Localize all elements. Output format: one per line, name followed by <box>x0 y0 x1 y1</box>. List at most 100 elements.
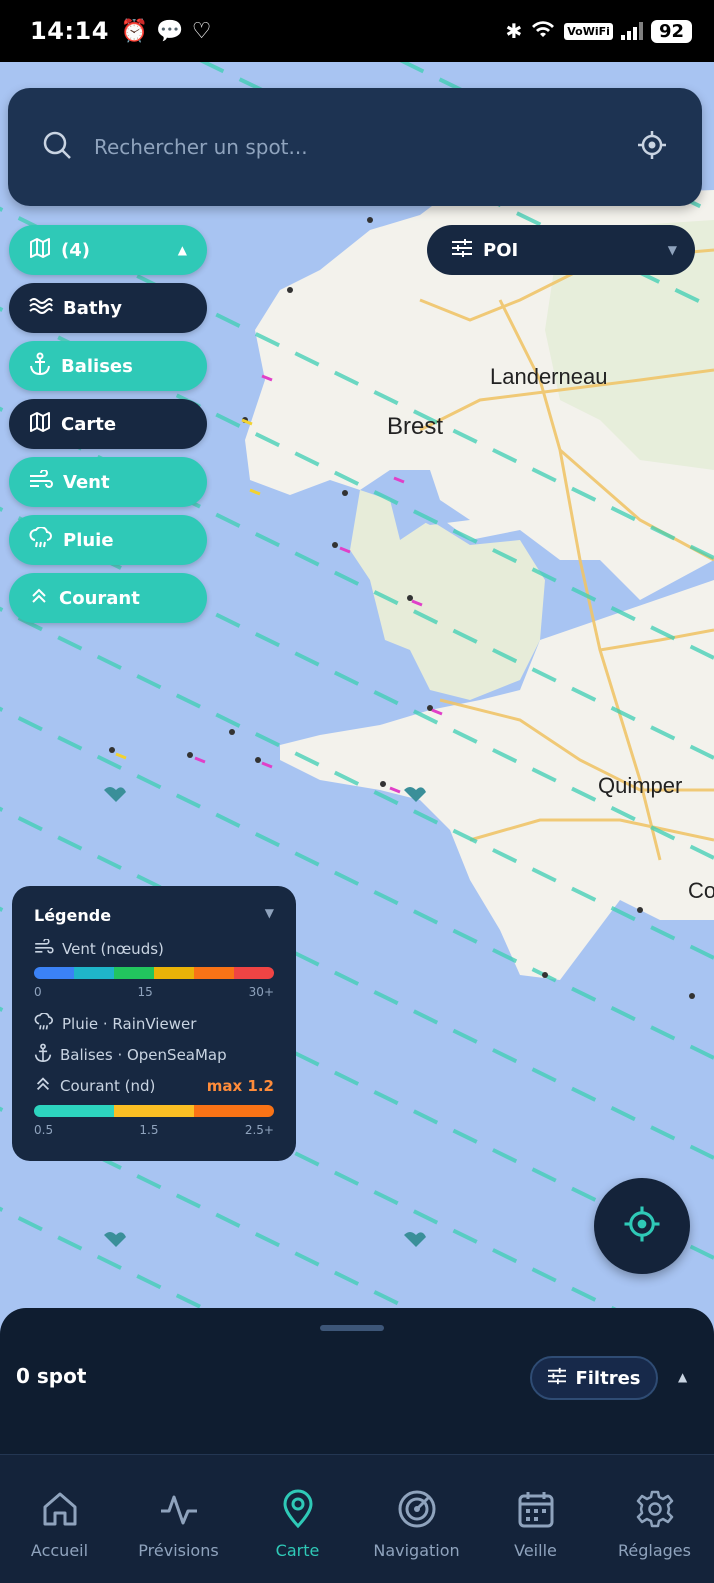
layer-chip-label: Courant <box>59 587 140 609</box>
nav-item-veille[interactable]: Veille <box>476 1455 595 1583</box>
scale-segment <box>194 1105 274 1117</box>
caret-up-icon[interactable]: ▲ <box>678 1370 687 1384</box>
anchor-icon <box>29 352 51 381</box>
nav-label: Carte <box>275 1541 320 1560</box>
city-label: Landerneau <box>490 364 607 389</box>
alarm-icon: ⏰ <box>120 18 149 44</box>
scale-segment <box>154 967 194 979</box>
chevrons-up-icon <box>29 586 49 611</box>
legend-current-label: Courant (nd) <box>60 1077 156 1095</box>
tick-label: 1.5 <box>139 1123 159 1137</box>
scale-segment <box>114 1105 194 1117</box>
tick-label: 30+ <box>248 985 274 999</box>
calendar-icon <box>516 1489 556 1533</box>
wind-icon <box>29 468 53 495</box>
chevrons-up-icon <box>34 1075 52 1097</box>
battery-indicator: 92 <box>650 19 692 43</box>
scale-segment <box>74 967 114 979</box>
layer-chip-vent[interactable]: Vent <box>9 457 207 507</box>
waves-icon <box>29 296 53 321</box>
wind-scale <box>34 967 274 979</box>
scale-segment <box>234 967 274 979</box>
nav-label: Veille <box>514 1541 557 1560</box>
legend-rain-label: Pluie · RainViewer <box>62 1015 197 1033</box>
nav-label: Accueil <box>30 1541 89 1560</box>
status-time: 14:14 <box>30 17 109 45</box>
signal-icon <box>620 22 643 40</box>
city-label: Quimper <box>598 773 682 798</box>
legend-wind-label: Vent (nœuds) <box>62 940 164 958</box>
legend-panel: Légende ▼ Vent (nœuds) 0 15 30+ Pluie · … <box>12 886 296 1161</box>
radar-icon <box>397 1489 437 1533</box>
nav-label: Navigation <box>373 1541 460 1560</box>
map-icon <box>29 237 51 264</box>
wind-icon <box>34 938 54 959</box>
legend-header[interactable]: Légende ▼ <box>34 906 274 925</box>
map-pin-icon <box>278 1489 318 1533</box>
layers-toggle-button[interactable]: (4) ▲ <box>9 225 207 275</box>
layer-chip-label: Pluie <box>63 529 114 551</box>
search-icon <box>42 130 72 164</box>
sheet-drag-handle[interactable] <box>320 1325 384 1331</box>
filters-button[interactable]: Filtres <box>530 1356 658 1400</box>
status-bar: 14:14 ⏰ 💬 ♡ ✱ VoWiFi 92 <box>0 0 714 62</box>
scale-segment <box>194 967 234 979</box>
caret-down-icon: ▼ <box>667 243 677 257</box>
tick-label: 2.5+ <box>244 1123 274 1137</box>
current-scale <box>34 1105 274 1117</box>
layer-chip-label: Carte <box>61 413 117 435</box>
anchor-icon <box>34 1043 52 1067</box>
layer-chip-carte[interactable]: Carte <box>9 399 207 449</box>
caret-up-icon: ▲ <box>177 243 187 257</box>
bottom-navigation: Accueil Prévisions Carte Navigation Veil… <box>0 1454 714 1583</box>
layer-chip-label: Balises <box>61 355 133 377</box>
locate-icon[interactable] <box>636 129 668 165</box>
sliders-icon <box>547 1367 567 1390</box>
layer-chip-courant[interactable]: Courant <box>9 573 207 623</box>
layer-chip-balises[interactable]: Balises <box>9 341 207 391</box>
caret-down-icon[interactable]: ▼ <box>265 906 274 925</box>
app-icon: ♡ <box>191 18 212 44</box>
sliders-icon <box>451 238 473 263</box>
filters-label: Filtres <box>575 1367 641 1389</box>
vowifi-badge: VoWiFi <box>564 22 613 40</box>
wifi-icon <box>530 19 556 44</box>
spots-bottom-sheet: 0 spot Filtres ▲ <box>0 1308 714 1458</box>
crosshair-icon <box>622 1204 662 1248</box>
poi-label: POI <box>483 239 519 261</box>
nav-item-navigation[interactable]: Navigation <box>357 1455 476 1583</box>
search-bar[interactable]: Rechercher un spot... <box>8 88 702 206</box>
tick-label: 0 <box>34 985 42 999</box>
map-icon <box>29 411 51 438</box>
spot-count: 0 spot <box>16 1364 87 1388</box>
tick-label: 15 <box>137 985 153 999</box>
tick-label: 0.5 <box>34 1123 54 1137</box>
bluetooth-icon: ✱ <box>505 19 523 43</box>
rain-icon <box>34 1012 54 1035</box>
nav-item-reglages[interactable]: Réglages <box>595 1455 714 1583</box>
nav-item-accueil[interactable]: Accueil <box>0 1455 119 1583</box>
nav-label: Prévisions <box>138 1541 219 1560</box>
layer-chip-bathy[interactable]: Bathy <box>9 283 207 333</box>
legend-buoys-label: Balises · OpenSeaMap <box>60 1046 227 1064</box>
chat-icon: 💬 <box>156 18 184 44</box>
nav-label: Réglages <box>618 1541 691 1560</box>
layer-chip-label: Vent <box>63 471 110 493</box>
nav-item-previsions[interactable]: Prévisions <box>119 1455 238 1583</box>
scale-segment <box>114 967 154 979</box>
layer-chip-pluie[interactable]: Pluie <box>9 515 207 565</box>
city-label: Brest <box>387 413 443 440</box>
gear-icon <box>635 1489 675 1533</box>
layers-count: (4) <box>61 239 90 261</box>
activity-icon <box>159 1489 199 1533</box>
legend-title: Légende <box>34 906 112 925</box>
search-input[interactable]: Rechercher un spot... <box>94 135 636 159</box>
poi-dropdown[interactable]: POI ▼ <box>427 225 695 275</box>
scale-segment <box>34 1105 114 1117</box>
locate-me-button[interactable] <box>594 1178 690 1274</box>
layer-chip-label: Bathy <box>63 297 123 319</box>
city-label: Co <box>688 878 714 903</box>
current-max-value: max 1.2 <box>206 1077 274 1095</box>
scale-segment <box>34 967 74 979</box>
nav-item-carte[interactable]: Carte <box>238 1455 357 1583</box>
